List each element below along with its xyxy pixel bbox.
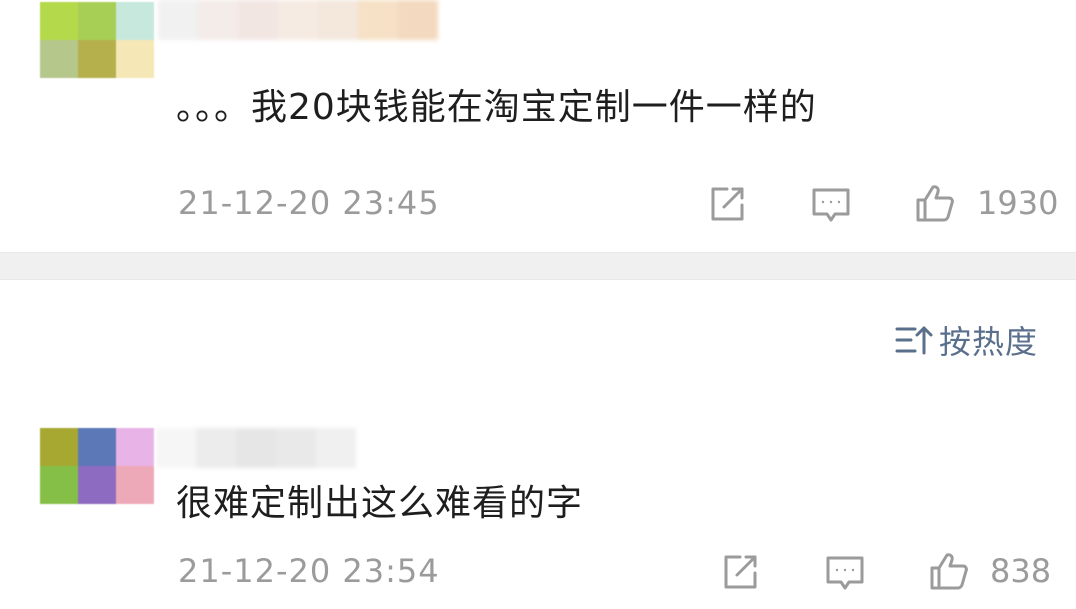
timestamp: 21-12-20 23:54 [178, 552, 440, 590]
comment-icon[interactable] [825, 553, 865, 593]
avatar-mosaic-tile [40, 428, 78, 466]
username-mosaic-tile [276, 428, 316, 468]
avatar-mosaic-tile [116, 504, 154, 542]
username-mosaic-tile [196, 428, 236, 468]
comment-item: 很难定制出这么难看的字 21-12-20 23:54 838 [0, 0, 1076, 609]
comment-feed: 。。。我20块钱能在淘宝定制一件一样的 21-12-20 23:45 1930 … [0, 0, 1076, 609]
avatar-mosaic-tile [78, 504, 116, 542]
avatar-mosaic-tile [40, 504, 78, 542]
avatar-mosaic-tile [40, 466, 78, 504]
like-count: 838 [990, 552, 1052, 590]
comment-meta: 21-12-20 23:54 838 [0, 548, 1076, 598]
username-mosaic-tile [236, 428, 276, 468]
avatar-mosaic-tile [116, 428, 154, 466]
share-icon[interactable] [720, 552, 760, 592]
avatar-mosaic-tile [78, 428, 116, 466]
avatar-mosaic-tile [78, 466, 116, 504]
comment-text: 很难定制出这么难看的字 [176, 483, 584, 524]
avatar-mosaic-tile [116, 466, 154, 504]
username-mosaic-tile [316, 428, 356, 468]
avatar[interactable] [40, 428, 154, 542]
thumbs-up-icon[interactable] [929, 551, 969, 591]
username-mosaic-tile [156, 428, 196, 468]
username-blurred[interactable] [156, 428, 356, 468]
